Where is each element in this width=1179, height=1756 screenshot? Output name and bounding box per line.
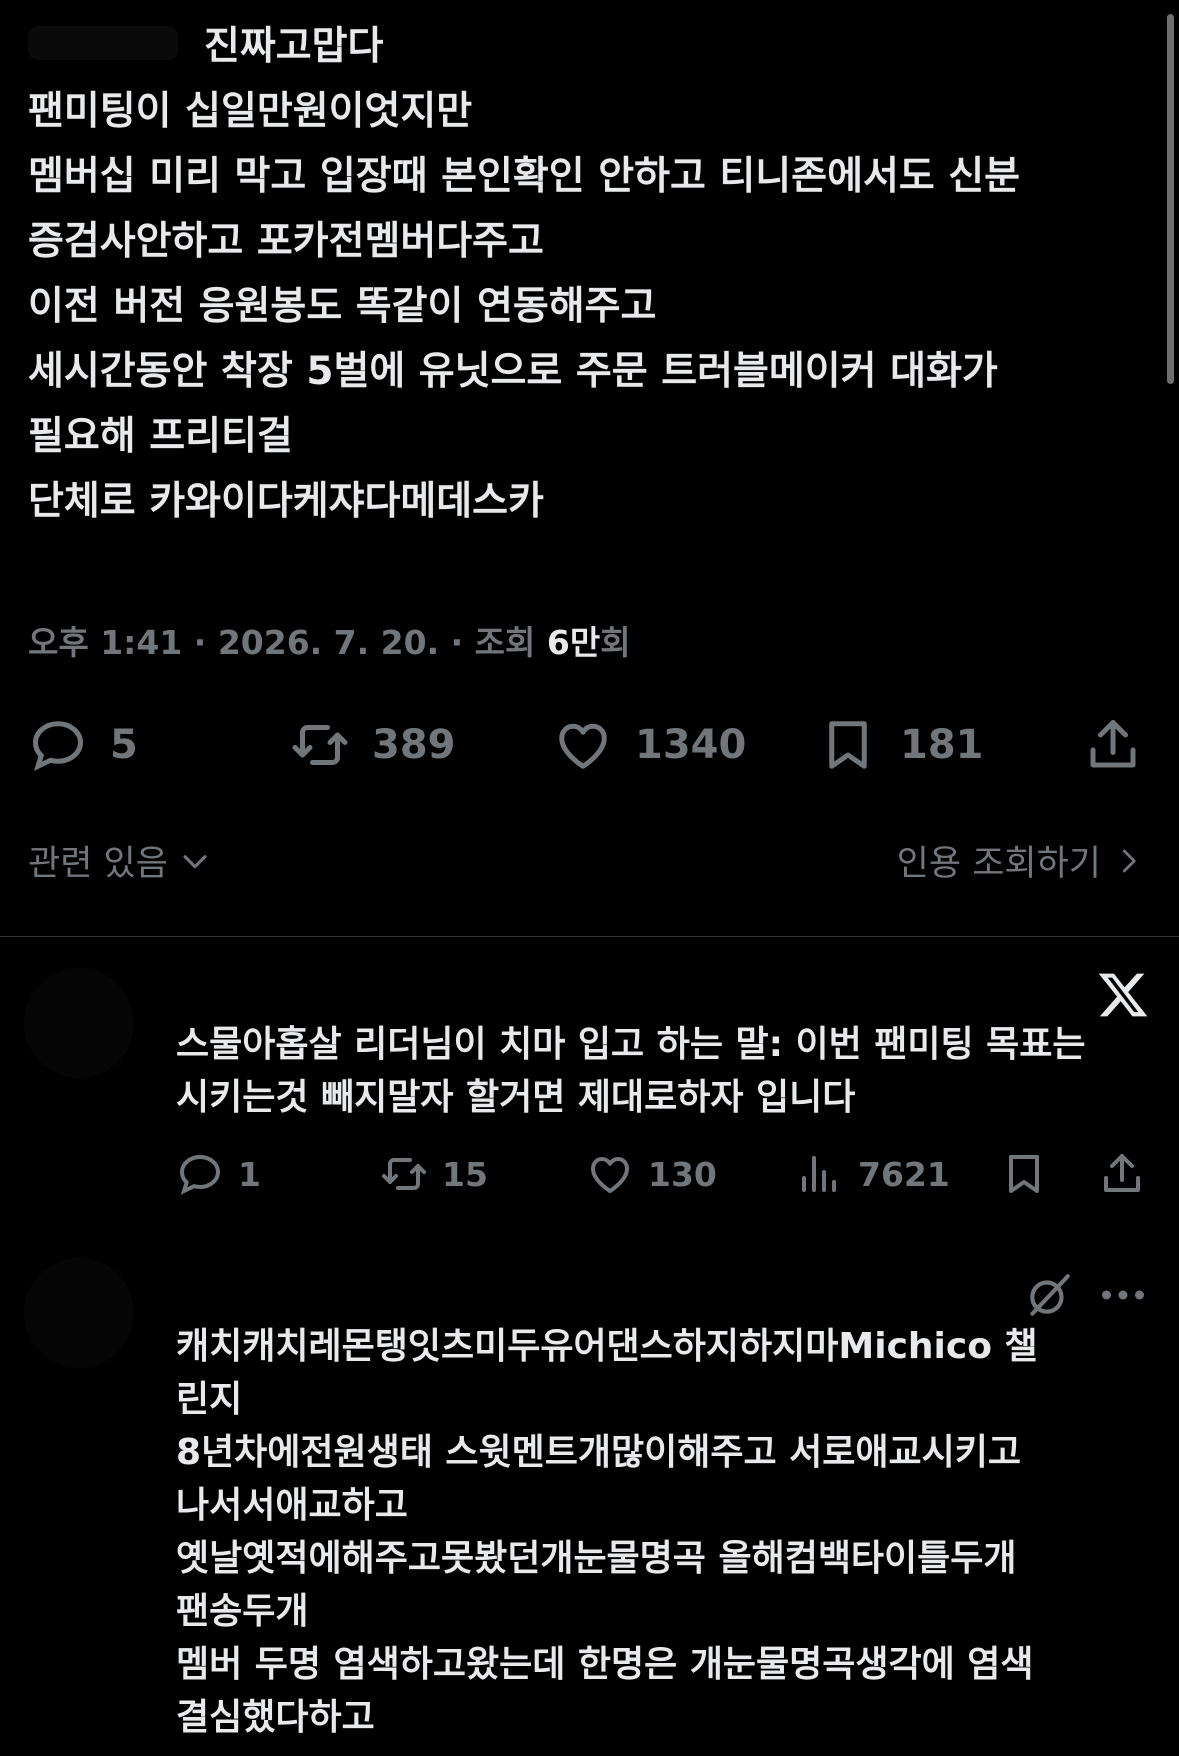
more-icon[interactable] [1100, 1280, 1146, 1310]
meta-separator: · [182, 623, 218, 662]
reply-icon [179, 1154, 221, 1195]
like-count: 1340 [635, 722, 747, 768]
reply-body: 캐치캐치레몬탱잇츠미두유어댄스하지하지마Michico 챌 린지 8년차에전원생… [176, 1320, 1136, 1744]
bookmark-button[interactable] [1000, 1146, 1048, 1202]
like-icon [559, 723, 607, 769]
bookmark-button[interactable]: 181 [818, 710, 984, 780]
reply-header-blurred [176, 1282, 676, 1308]
reply-line: 멤버 두명 염색하고왔는데 한명은 개눈물명곡생각에 염색 [176, 1644, 1034, 1685]
repost-icon [292, 725, 348, 765]
reply-header-blurred [176, 974, 676, 1000]
reply-button[interactable]: 5 [28, 710, 138, 780]
avatar[interactable] [24, 968, 134, 1078]
like-icon [591, 1157, 629, 1193]
view-quotes-link[interactable]: 인용 조회하기 [897, 835, 1143, 886]
reply-actions: 1 15 130 7621 [176, 1146, 1151, 1202]
bookmark-count: 181 [900, 722, 984, 768]
reply-line: 팬송두개 [176, 1591, 309, 1632]
share-icon [1104, 1154, 1140, 1192]
tweet-actions: 5 389 1340 181 [28, 710, 1138, 780]
tweet-line: 필요해 프리티걸 [28, 414, 293, 459]
tweet-line: 증검사안하고 포카전멤버다주고 [28, 219, 544, 264]
repost-count: 389 [372, 722, 456, 768]
like-button[interactable]: 1340 [553, 710, 746, 780]
views-icon [802, 1156, 836, 1192]
reply-line: 린지 [176, 1379, 243, 1420]
reply-line: 8년차에전원생태 스윗멘트개많이해주고 서로애교시키고 [176, 1432, 1021, 1473]
grok-icon[interactable] [1024, 1270, 1074, 1320]
tweet-line: 팬미팅이 십일만원이엇지만 [28, 89, 473, 134]
reply-line: 옛날옛적에해주고못봤던개눈물명곡 올해컴백타이틀두개 [176, 1538, 1017, 1579]
views-unit: 회 [600, 623, 631, 662]
tweet-body: 진짜고맙다 팬미팅이 십일만원이엇지만 멤버십 미리 막고 입장때 본인확인 안… [28, 14, 1138, 534]
related-dropdown[interactable]: 관련 있음 [28, 835, 212, 886]
views-label: 조회 [474, 623, 547, 662]
chevron-right-icon [1122, 849, 1136, 872]
repost-count: 15 [442, 1154, 488, 1194]
like-count: 130 [648, 1154, 717, 1194]
share-button[interactable] [1083, 710, 1143, 780]
reply-count: 1 [238, 1154, 261, 1194]
tweet-date[interactable]: 2026. 7. 20. [218, 623, 439, 662]
reply-line: 캐치캐치레몬탱잇츠미두유어댄스하지하지마Michico 챌 [176, 1326, 1038, 1367]
divider [0, 936, 1179, 937]
chevron-down-icon [183, 854, 207, 868]
tweet-line: 멤버십 미리 막고 입장때 본인확인 안하고 티니존에서도 신분 [28, 154, 1021, 199]
reply-line: 스물아홉살 리더님이 치마 입고 하는 말: 이번 팬미팅 목표는 [176, 1024, 1086, 1065]
related-label: 관련 있음 [28, 844, 168, 884]
reply-line: 나서서애교하고 [176, 1485, 408, 1526]
like-button[interactable]: 130 [586, 1146, 717, 1202]
tweet-line: 단체로 카와이다케쟈다메데스카 [28, 479, 544, 524]
share-icon [1090, 720, 1136, 768]
reply-line: 결심했다하고 [176, 1697, 375, 1738]
share-button[interactable] [1098, 1146, 1146, 1202]
reply-line: 시키는것 빼지말자 할거면 제대로하자 입니다 [176, 1077, 856, 1118]
repost-button[interactable]: 389 [290, 710, 456, 780]
tweet-line: 이전 버전 응원봉도 똑같이 연동해주고 [28, 284, 657, 329]
reply-count: 5 [110, 722, 138, 768]
tweet-line: 진짜고맙다 [204, 24, 384, 69]
meta-separator: · [439, 623, 475, 662]
tweet-meta: 오후 1:41 · 2026. 7. 20. · 조회 6만회 [28, 618, 631, 668]
tweet-time[interactable]: 오후 1:41 [28, 623, 182, 662]
views-count: 7621 [858, 1154, 950, 1194]
repost-icon [382, 1158, 426, 1190]
reply-button[interactable]: 1 [176, 1146, 261, 1202]
x-logo-icon [1098, 973, 1148, 1017]
repost-button[interactable]: 15 [380, 1146, 488, 1202]
views-count: 6만 [546, 623, 601, 662]
bookmark-icon [1009, 1155, 1039, 1193]
view-quotes-label: 인용 조회하기 [896, 844, 1101, 884]
tweet-line: 세시간동안 착장 5벌에 유닛으로 주문 트러블메이커 대화가 [28, 349, 998, 394]
views-button[interactable]: 7621 [796, 1146, 950, 1202]
avatar[interactable] [24, 1258, 134, 1368]
scrollbar[interactable] [1167, 14, 1174, 384]
reply-icon [32, 721, 84, 771]
bookmark-icon [829, 721, 867, 769]
reply-body: 스물아홉살 리더님이 치마 입고 하는 말: 이번 팬미팅 목표는 시키는것 빼… [176, 1018, 1136, 1124]
